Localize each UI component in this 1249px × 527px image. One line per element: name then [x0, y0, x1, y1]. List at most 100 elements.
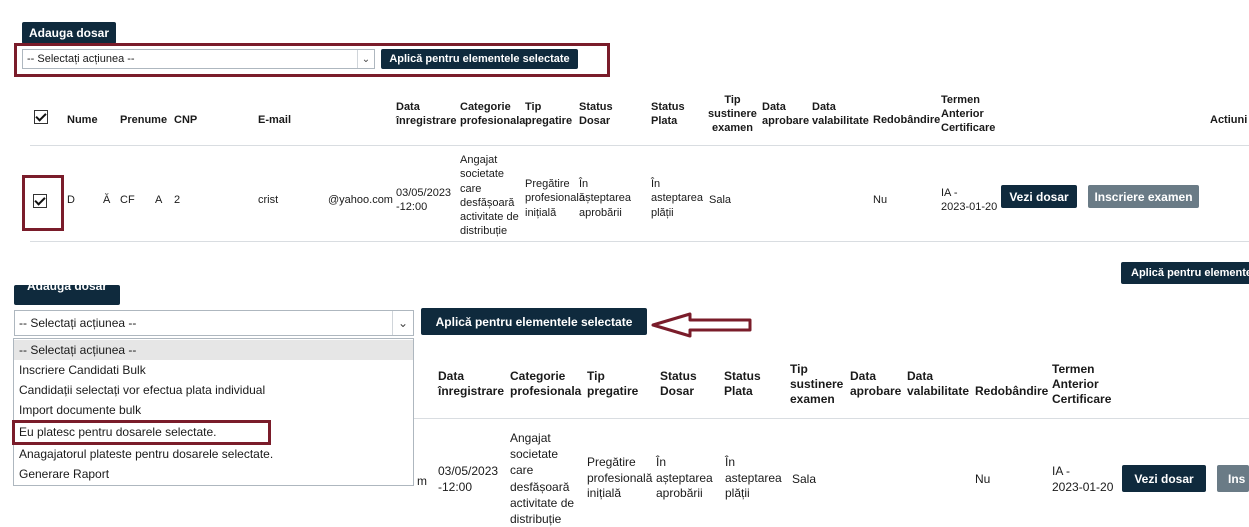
cell-prenume: CF: [120, 194, 135, 206]
header-text: aprobare: [850, 384, 902, 398]
header-text: Anterior: [1052, 377, 1099, 391]
header-text: Termen: [1052, 362, 1095, 376]
header-cnp[interactable]: CNP: [174, 114, 197, 128]
header-text: Dosar: [579, 114, 611, 127]
cell-text: profesională: [525, 192, 585, 205]
bulk-action-select[interactable]: -- Selectați acțiunea -- ⌄: [14, 310, 414, 336]
cell-text: -12:00: [438, 479, 473, 494]
add-dosar-button[interactable]: Adauga dosar: [22, 22, 116, 44]
apply-selected-button[interactable]: Aplică pentru elementele selectate: [421, 308, 647, 335]
cell-text: Pregătire: [587, 455, 636, 469]
header-text: Status: [579, 101, 613, 113]
header-data-inregistrare[interactable]: Data înregistrare: [396, 101, 457, 129]
apply-selected-bottom-button[interactable]: Aplică pentru elemente: [1121, 262, 1249, 284]
header-nume[interactable]: Nume: [67, 114, 98, 128]
cell-tip-pregatire: Pregătire profesională inițială: [587, 455, 652, 502]
menu-item-import-documente[interactable]: Import documente bulk: [14, 400, 413, 420]
header-text: Data: [438, 369, 465, 383]
header-redobandire[interactable]: Redobândire: [873, 114, 940, 128]
header-status-dosar[interactable]: Status Dosar: [579, 101, 613, 129]
view-dosar-button[interactable]: Vezi dosar: [1001, 185, 1077, 208]
menu-item-plata-individual[interactable]: Candidații selectați vor efectua plata i…: [14, 380, 413, 400]
cell-tip-pregatire: Pregătire profesională inițială: [525, 177, 585, 220]
header-text: Categorie: [510, 369, 566, 383]
menu-item-angajatorul-plateste[interactable]: Anagajatorul plateste pentru dosarele se…: [14, 444, 413, 464]
header-categorie[interactable]: Categorie profesionala: [510, 369, 581, 399]
cell-text: așteptarea: [579, 192, 631, 205]
cell-text: În: [656, 455, 667, 469]
header-text: Data: [396, 101, 420, 113]
row-checkbox[interactable]: [33, 194, 47, 208]
header-tip-sustinere[interactable]: Tip sustinere examen: [708, 94, 757, 135]
row-divider: [30, 241, 1249, 242]
header-tip-pregatire[interactable]: Tip pregatire: [525, 101, 572, 129]
view-dosar-button[interactable]: Vezi dosar: [1122, 465, 1206, 492]
menu-item-inscriere-bulk[interactable]: Inscriere Candidati Bulk: [14, 360, 413, 380]
cell-text: În: [651, 178, 661, 190]
header-status-plata[interactable]: Status Plata: [724, 369, 761, 399]
header-categorie[interactable]: Categorie profesionala: [460, 101, 525, 129]
bulk-action-select[interactable]: -- Selectați acțiunea -- ⌄: [22, 49, 375, 69]
add-dosar-button[interactable]: Adauga dosar: [14, 285, 120, 305]
cell-text: inițială: [525, 206, 557, 219]
exam-register-button[interactable]: Inscriere examen: [1088, 185, 1199, 208]
header-data-aprobare[interactable]: Data aprobare: [762, 101, 809, 129]
header-text: Data: [907, 369, 934, 383]
header-data-valabilitate[interactable]: Data valabilitate: [812, 101, 869, 129]
cell-text: asteptarea: [725, 470, 782, 485]
header-text: sustinere: [790, 377, 844, 391]
header-status-plata[interactable]: Status Plata: [651, 101, 685, 129]
header-termen-anterior[interactable]: Termen Anterior Certificare: [941, 94, 995, 135]
cell-text: aprobării: [656, 486, 703, 501]
cell-text: 2023-01-20: [941, 201, 998, 214]
header-text: pregatire: [587, 384, 639, 398]
header-text: Status: [651, 101, 685, 113]
header-data-inregistrare[interactable]: Data înregistrare: [438, 369, 504, 399]
header-tip-pregatire[interactable]: Tip pregatire: [587, 369, 638, 399]
header-status-dosar[interactable]: Status Dosar: [660, 369, 697, 399]
apply-selected-button[interactable]: Aplică pentru elementele selectate: [381, 49, 578, 69]
cell-status-plata: În asteptarea plății: [651, 177, 703, 220]
header-text: examen: [711, 121, 753, 134]
cell-text: 03/05/2023: [396, 187, 452, 199]
select-all-checkbox[interactable]: [34, 110, 48, 124]
header-text: Plata: [724, 384, 753, 398]
exam-register-button[interactable]: Ins: [1217, 465, 1249, 492]
header-text: Termen: [941, 94, 980, 106]
chevron-down-icon: ⌄: [357, 50, 374, 68]
cell-status-dosar: În așteptarea aprobării: [656, 455, 713, 502]
header-text: examen: [790, 392, 835, 406]
header-data-valabilitate[interactable]: Data valabilitate: [907, 369, 969, 399]
cell-cnp: 2: [174, 194, 181, 206]
cell-text: distribuție: [510, 511, 562, 526]
header-divider: [30, 145, 1249, 146]
menu-item-select-action[interactable]: -- Selectați acțiunea --: [14, 340, 413, 360]
cell-email-tail: m: [417, 474, 427, 488]
header-prenume[interactable]: Prenume: [120, 114, 167, 128]
menu-item-highlight: [12, 420, 271, 445]
cell-text: Angajat: [460, 154, 498, 166]
header-actiuni: Actiuni: [1210, 114, 1248, 126]
header-text: înregistrare: [438, 384, 505, 398]
header-termen-anterior[interactable]: Termen Anterior Certificare: [1052, 362, 1111, 407]
cell-redobandire: Nu: [975, 472, 991, 486]
cell-termen-anterior: IA - 2023-01-20: [1052, 464, 1113, 495]
header-text: pregatire: [525, 114, 573, 127]
header-text: Data: [762, 101, 786, 113]
cell-text: care: [510, 463, 534, 478]
header-text: sustinere: [708, 107, 757, 120]
bulk-action-select-value: -- Selectați acțiunea --: [27, 53, 135, 65]
bulk-action-select-value: -- Selectați acțiunea --: [19, 316, 137, 330]
header-text: Tip: [525, 101, 542, 113]
cell-categorie: Angajat societate care desfășoară activi…: [460, 153, 519, 239]
header-text: Dosar: [660, 384, 695, 398]
header-tip-sustinere[interactable]: Tip sustinere examen: [790, 362, 843, 407]
header-email[interactable]: E-mail: [258, 114, 291, 128]
cell-text: În: [725, 455, 736, 469]
menu-item-generare-raport[interactable]: Generare Raport: [14, 464, 413, 484]
header-text: profesionala: [460, 114, 526, 127]
header-text: Data: [850, 369, 877, 383]
header-data-aprobare[interactable]: Data aprobare: [850, 369, 901, 399]
header-text: Data: [812, 101, 836, 113]
header-redobandire[interactable]: Redobândire: [975, 384, 1048, 399]
